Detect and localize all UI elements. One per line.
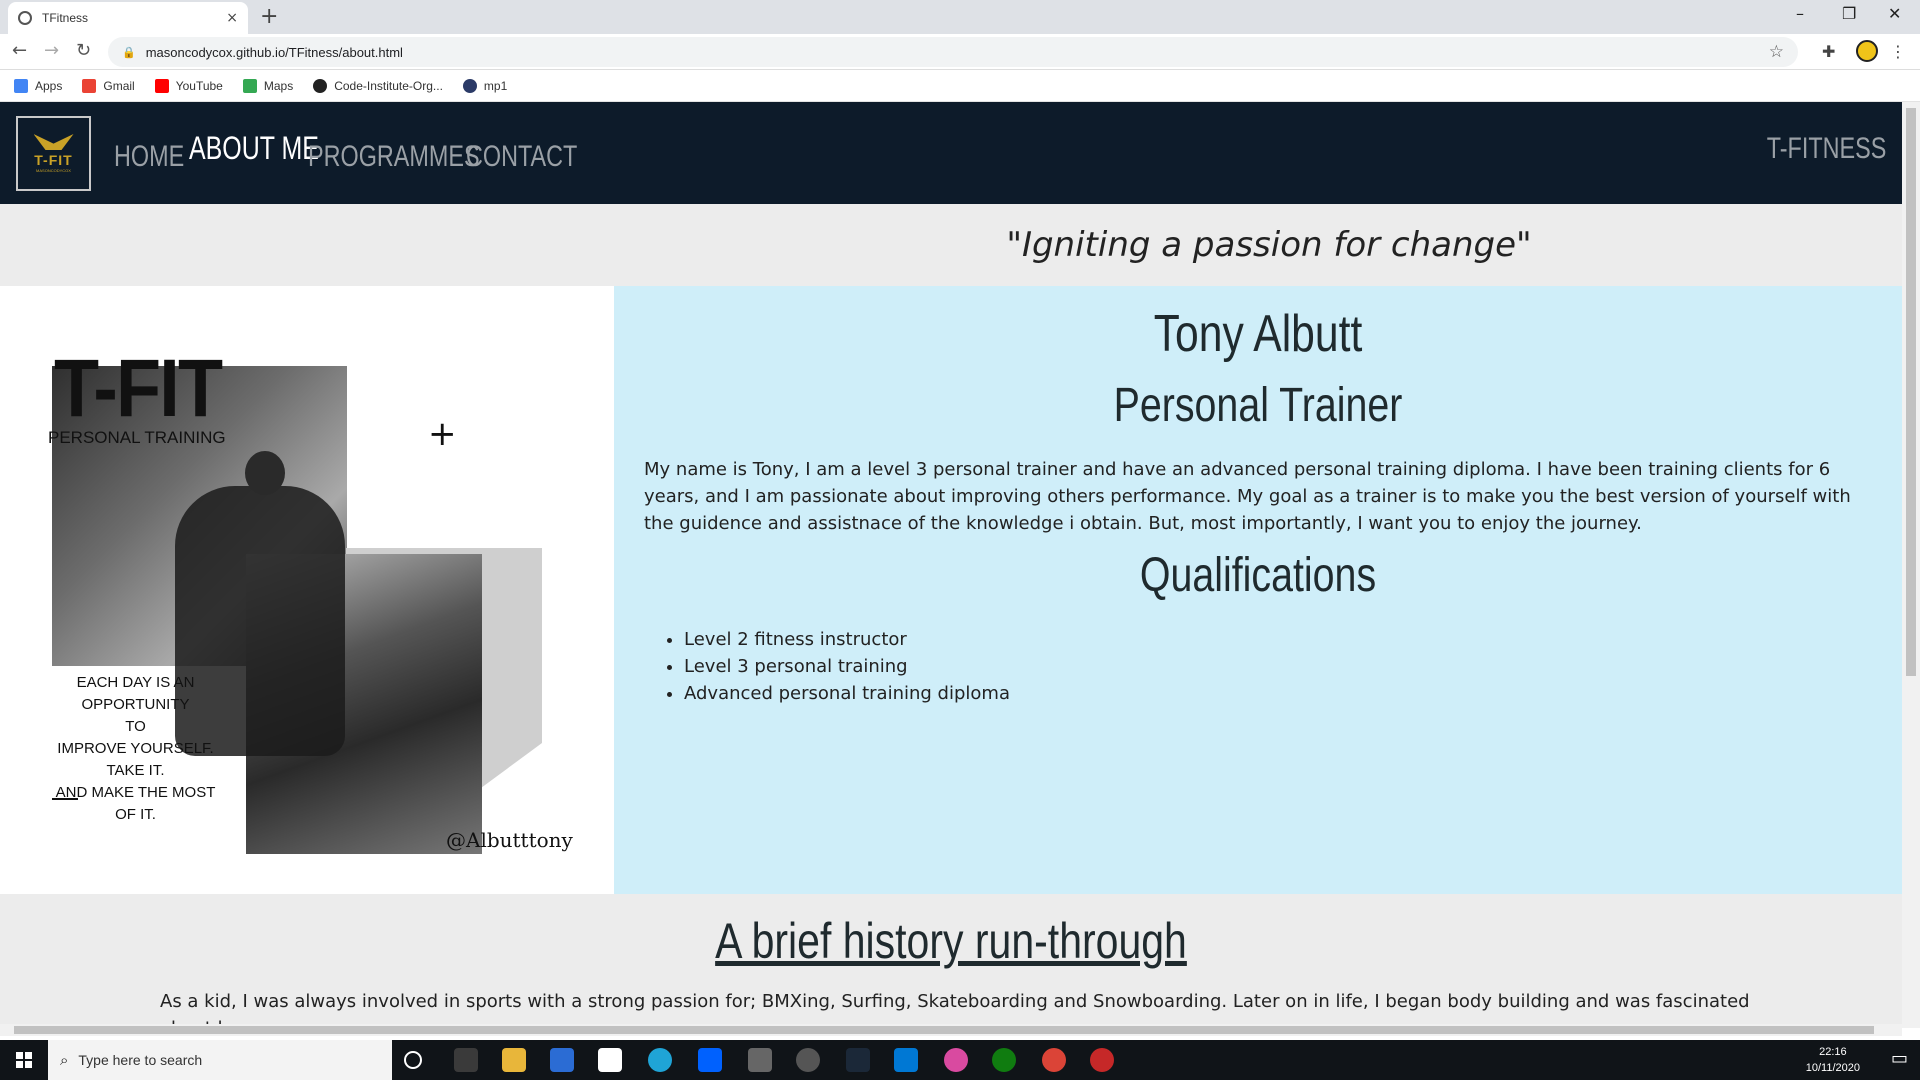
bookmark-label: Maps xyxy=(263,78,294,93)
bookmark-label: Code-Institute-Org... xyxy=(334,78,443,93)
system-clock[interactable]: 22:16 10/11/2020 xyxy=(1806,1044,1860,1076)
history-text: As a kid, I was always involved in sport… xyxy=(160,991,1750,1028)
history-title: A brief history run-through xyxy=(715,913,1187,969)
search-icon: ⌕ xyxy=(60,1051,69,1069)
qualification-item: Level 2 fitness instructor xyxy=(684,626,1010,653)
gmail-icon xyxy=(82,78,97,93)
back-arrow-icon[interactable]: ← xyxy=(12,40,27,61)
bookmark-maps[interactable]: Maps xyxy=(242,78,294,93)
scrollbar-thumb[interactable] xyxy=(14,1026,1874,1034)
bookmark-star-icon[interactable]: ☆ xyxy=(1769,42,1784,62)
trainer-role: Personal Trainer xyxy=(1113,379,1403,432)
horizontal-scrollbar[interactable] xyxy=(0,1024,1902,1036)
logo-subtext: MASONCODYCOX xyxy=(36,168,71,173)
bookmark-label: Apps xyxy=(35,78,63,93)
notification-icon[interactable]: ▭ xyxy=(1891,1048,1908,1069)
bookmarks-bar: Apps Gmail YouTube Maps Code-Institute-O… xyxy=(0,70,1920,102)
tagline: "Igniting a passion for change" xyxy=(1006,225,1532,265)
new-tab-button[interactable]: + xyxy=(260,4,278,29)
bookmark-gmail[interactable]: Gmail xyxy=(82,78,135,93)
restore-button[interactable]: ❐ xyxy=(1842,4,1856,23)
nav-home-link[interactable]: HOME xyxy=(114,140,184,174)
eagle-wing-icon xyxy=(33,134,74,150)
infinity-icon[interactable] xyxy=(796,1048,820,1072)
mp1-icon xyxy=(462,78,477,93)
bookmark-label: mp1 xyxy=(483,78,508,93)
edge-icon[interactable] xyxy=(648,1048,672,1072)
about-section: T-FIT PERSONAL TRAINING + EACH DAY IS AN… xyxy=(0,286,1902,894)
trainer-bio: My name is Tony, I am a level 3 personal… xyxy=(644,459,1851,534)
scrollbar-thumb[interactable] xyxy=(1906,108,1916,676)
profile-avatar[interactable] xyxy=(1856,40,1878,62)
trainer-name: Tony Albutt xyxy=(1153,305,1363,363)
app-icon[interactable] xyxy=(748,1048,772,1072)
poster-title: T-FIT xyxy=(54,343,223,434)
bookmark-code-institute[interactable]: Code-Institute-Org... xyxy=(313,78,443,93)
nav-programmes-link[interactable]: PROGRAMMES xyxy=(308,140,480,174)
site-logo[interactable]: T-FIT MASONCODYCOX xyxy=(16,116,91,191)
qualifications-list: Level 2 fitness instructor Level 3 perso… xyxy=(684,626,1010,707)
reload-icon[interactable]: ↻ xyxy=(76,40,91,61)
logo-text: T-FIT xyxy=(34,152,73,168)
store-icon[interactable] xyxy=(550,1048,574,1072)
bookmark-youtube[interactable]: YouTube xyxy=(154,78,223,93)
browser-tab-bar: TFitness × + – ❐ ✕ xyxy=(0,0,1920,34)
url-field[interactable]: 🔒 masoncodycox.github.io/TFitness/about.… xyxy=(108,37,1798,67)
apps-grid-icon xyxy=(14,78,28,93)
windows-start-icon[interactable] xyxy=(16,1052,32,1068)
qualification-item: Advanced personal training diploma xyxy=(684,680,1010,707)
poster-subtitle: PERSONAL TRAINING xyxy=(48,428,226,447)
github-icon xyxy=(313,78,328,93)
forward-arrow-icon[interactable]: → xyxy=(44,40,59,61)
globe-icon xyxy=(18,11,32,25)
close-window-button[interactable]: ✕ xyxy=(1888,4,1901,23)
steam-icon[interactable] xyxy=(846,1048,870,1072)
search-placeholder: Type here to search xyxy=(78,1052,203,1068)
taskbar-search[interactable]: ⌕ Type here to search xyxy=(48,1040,392,1080)
poster-quote: EACH DAY IS AN OPPORTUNITY TO IMPROVE YO… xyxy=(55,674,216,823)
nav-about-link[interactable]: ABOUT ME xyxy=(189,130,319,167)
itunes-icon[interactable] xyxy=(944,1048,968,1072)
clock-time: 22:16 xyxy=(1819,1046,1847,1058)
bookmark-apps[interactable]: Apps xyxy=(14,78,63,93)
brand-name[interactable]: T-FITNESS xyxy=(1766,132,1886,166)
task-view-icon[interactable] xyxy=(454,1048,478,1072)
nav-contact-link[interactable]: CONTACT xyxy=(466,140,577,174)
lock-icon: 🔒 xyxy=(122,45,136,59)
menu-icon[interactable]: ⋮ xyxy=(1890,42,1906,61)
google-icon[interactable] xyxy=(598,1048,622,1072)
qualification-item: Level 3 personal training xyxy=(684,653,1010,680)
youtube-icon xyxy=(154,78,169,93)
maps-icon xyxy=(242,78,257,93)
extensions-icon[interactable]: ✚ xyxy=(1822,42,1835,61)
bookmark-label: Gmail xyxy=(103,78,135,93)
cortana-icon[interactable] xyxy=(404,1051,422,1069)
tab-close-icon[interactable]: × xyxy=(226,10,238,26)
site-navbar: T-FIT MASONCODYCOX HOME ABOUT ME PROGRAM… xyxy=(0,102,1902,204)
url-text: masoncodycox.github.io/TFitness/about.ht… xyxy=(145,44,403,60)
qualifications-title: Qualifications xyxy=(1139,549,1377,602)
profile-poster: T-FIT PERSONAL TRAINING + EACH DAY IS AN… xyxy=(0,286,614,894)
web-page: T-FIT MASONCODYCOX HOME ABOUT ME PROGRAM… xyxy=(0,102,1902,1028)
app-icon[interactable] xyxy=(1090,1048,1114,1072)
file-explorer-icon[interactable] xyxy=(502,1048,526,1072)
poster-dash xyxy=(52,798,78,800)
bookmark-label: YouTube xyxy=(175,78,223,93)
trainer-head xyxy=(245,451,285,495)
mail-icon[interactable] xyxy=(894,1048,918,1072)
tab-title: TFitness xyxy=(42,11,89,25)
xbox-icon[interactable] xyxy=(992,1048,1016,1072)
about-content: Tony Albutt Personal Trainer My name is … xyxy=(614,286,1902,894)
minimize-button[interactable]: – xyxy=(1796,4,1804,23)
chrome-icon[interactable] xyxy=(1042,1048,1066,1072)
bookmark-mp1[interactable]: mp1 xyxy=(462,78,508,93)
vertical-scrollbar[interactable] xyxy=(1902,102,1920,1028)
dropbox-icon[interactable] xyxy=(698,1048,722,1072)
address-bar: ← → ↻ 🔒 masoncodycox.github.io/TFitness/… xyxy=(0,34,1920,70)
windows-taskbar: ⌕ Type here to search 22:16 10/11/2020 ▭ xyxy=(0,1040,1920,1080)
poster-handle: @Albutttony xyxy=(446,828,573,852)
browser-tab[interactable]: TFitness × xyxy=(8,2,248,34)
crosshair-icon: + xyxy=(428,414,457,454)
clock-date: 10/11/2020 xyxy=(1805,1062,1860,1074)
